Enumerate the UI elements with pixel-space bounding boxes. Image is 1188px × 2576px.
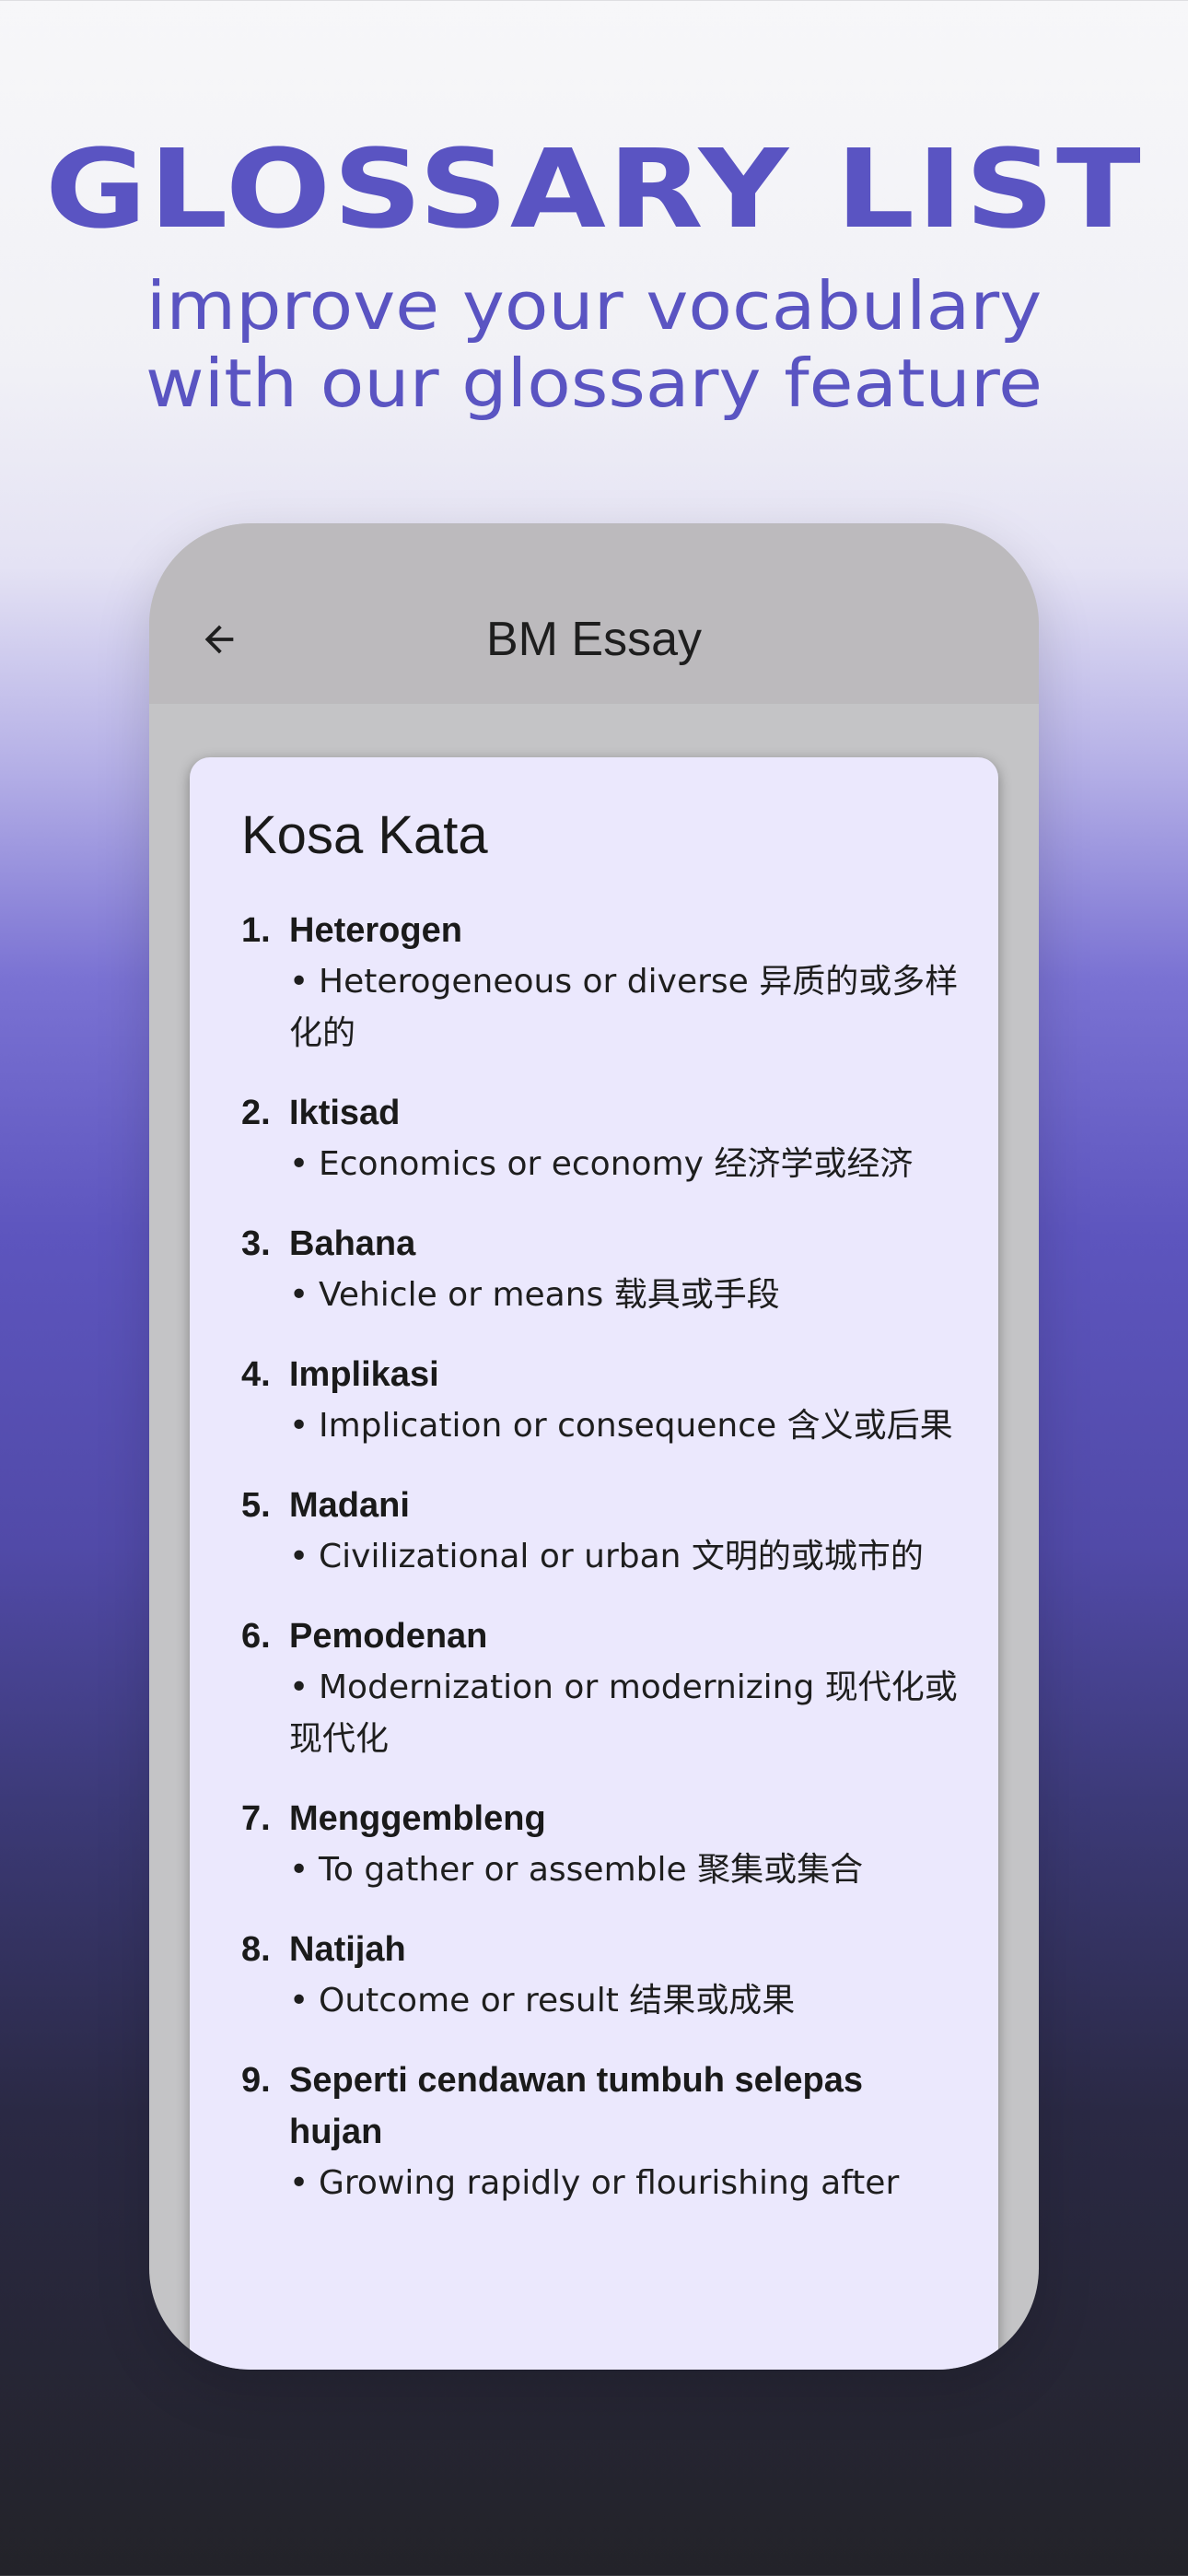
bullet-icon: • [289, 963, 309, 1001]
glossary-card: Kosa Kata 1. Heterogen • Heterogeneous or… [190, 757, 998, 2370]
glossary-meaning: • To gather or assemble 聚集或集合 [241, 1844, 960, 1896]
glossary-meaning: • Heterogeneous or diverse 异质的或多样化的 [241, 956, 960, 1060]
glossary-meaning: • Implication or consequence 含义或后果 [241, 1400, 960, 1452]
item-number: 8. [241, 1930, 271, 1969]
hero-subtitle-line1: improve your vocabulary [146, 267, 1042, 345]
item-number: 7. [241, 1799, 271, 1838]
meaning-text: Outcome or result 结果或成果 [319, 1982, 796, 2020]
glossary-term: Natijah [289, 1930, 406, 1969]
bullet-icon: • [289, 1276, 309, 1314]
glossary-list: 1. Heterogen • Heterogeneous or diverse 异… [241, 905, 960, 2237]
item-number: 3. [241, 1224, 271, 1263]
bullet-icon: • [289, 1669, 309, 1706]
meaning-text: Growing rapidly or flourishing after [319, 2164, 900, 2202]
glossary-item: 5. Madani • Civilizational or urban 文明的或城… [241, 1480, 960, 1583]
hero-subtitle: improve your vocabulary with our glossar… [0, 267, 1188, 422]
bullet-icon: • [289, 1538, 309, 1575]
item-number: 9. [241, 2061, 271, 2100]
glossary-item: 3. Bahana • Vehicle or means 载具或手段 [241, 1218, 960, 1321]
glossary-item: 8. Natijah • Outcome or result 结果或成果 [241, 1924, 960, 2027]
bullet-icon: • [289, 1145, 309, 1183]
glossary-item: 4. Implikasi • Implication or consequence… [241, 1349, 960, 1452]
glossary-meaning: • Vehicle or means 载具或手段 [241, 1270, 960, 1321]
glossary-meaning: • Economics or economy 经济学或经济 [241, 1139, 960, 1190]
bullet-icon: • [289, 1982, 309, 2020]
glossary-term: Madani [289, 1486, 410, 1525]
meaning-text: Heterogeneous or diverse 异质的或多样化的 [289, 963, 959, 1052]
page-title: BM Essay [485, 613, 703, 666]
meaning-text: Civilizational or urban 文明的或城市的 [319, 1538, 924, 1575]
meaning-text: Implication or consequence 含义或后果 [319, 1407, 953, 1445]
item-number: 6. [241, 1617, 271, 1656]
meaning-text: To gather or assemble 聚集或集合 [319, 1851, 864, 1889]
phone-mockup: BM Essay Kosa Kata 1. Heterogen • Heterog… [149, 523, 1039, 2370]
glossary-meaning: • Civilizational or urban 文明的或城市的 [241, 1531, 960, 1583]
glossary-meaning: • Outcome or result 结果或成果 [241, 1975, 960, 2027]
glossary-item: 2. Iktisad • Economics or economy 经济学或经济 [241, 1087, 960, 1190]
glossary-term: Seperti cendawan tumbuh selepas hujan [289, 2061, 863, 2151]
glossary-term: Iktisad [289, 1094, 401, 1132]
item-number: 4. [241, 1355, 271, 1394]
bullet-icon: • [289, 1407, 309, 1445]
meaning-text: Vehicle or means 载具或手段 [319, 1276, 780, 1314]
glossary-meaning: • Growing rapidly or flourishing after [241, 2158, 960, 2209]
glossary-term: Heterogen [289, 911, 462, 950]
bullet-icon: • [289, 2164, 309, 2202]
hero-title: GLOSSARY LIST [44, 125, 1144, 252]
meaning-text: Economics or economy 经济学或经济 [319, 1145, 914, 1183]
glossary-item: 7. Menggembleng • To gather or assemble 聚… [241, 1793, 960, 1896]
glossary-term: Implikasi [289, 1355, 439, 1394]
bullet-icon: • [289, 1851, 309, 1889]
hero-subtitle-line2: with our glossary feature [146, 345, 1042, 422]
meaning-text: Modernization or modernizing 现代化或现代化 [289, 1669, 958, 1758]
glossary-term: Menggembleng [289, 1799, 546, 1838]
card-title: Kosa Kata [241, 805, 488, 865]
item-number: 1. [241, 911, 271, 950]
item-number: 5. [241, 1486, 271, 1525]
app-bar: BM Essay [149, 523, 1039, 704]
glossary-item: 9. Seperti cendawan tumbuh selepas hujan… [241, 2055, 960, 2209]
item-number: 2. [241, 1094, 271, 1132]
glossary-term: Pemodenan [289, 1617, 488, 1656]
glossary-meaning: • Modernization or modernizing 现代化或现代化 [241, 1662, 960, 1765]
glossary-item: 6. Pemodenan • Modernization or modernizi… [241, 1610, 960, 1765]
glossary-term: Bahana [289, 1224, 416, 1263]
glossary-item: 1. Heterogen • Heterogeneous or diverse 异… [241, 905, 960, 1060]
